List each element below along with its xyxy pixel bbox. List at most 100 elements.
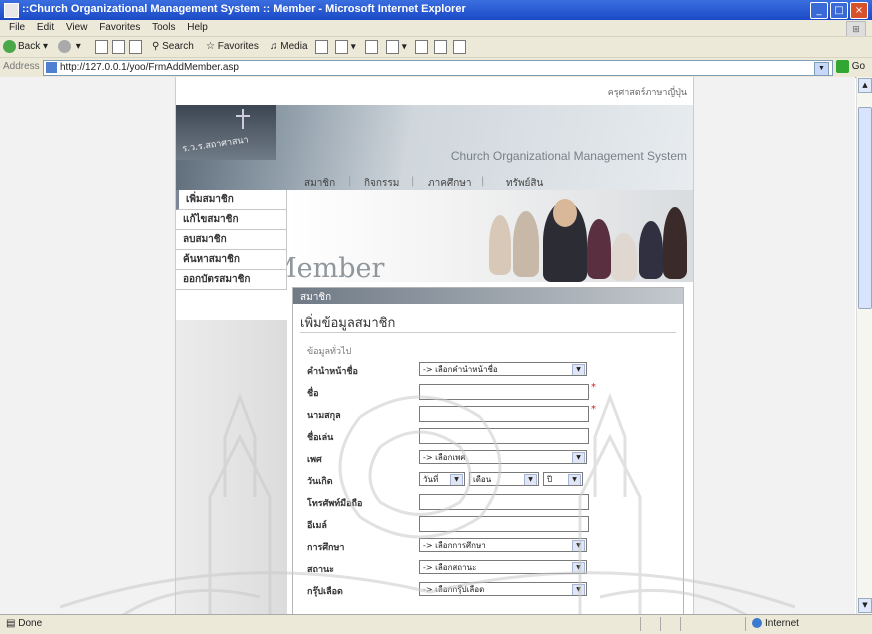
mail-button[interactable]: ▾ (335, 40, 356, 55)
windows-logo-icon: ⊞ (846, 21, 866, 37)
discuss-button[interactable] (415, 40, 428, 55)
page-viewport: ครุศาสตร์ภาษาญี่ปุ่น ร.ว.ร.สถาศาสนา Chur… (0, 77, 855, 614)
page-icon (46, 62, 57, 73)
refresh-icon (112, 40, 125, 54)
globe-icon (752, 618, 762, 629)
gender-label: เพศ (307, 455, 322, 465)
sidemenu-delete-member[interactable]: ลบสมาชิก (176, 230, 287, 250)
home-button[interactable] (129, 40, 142, 55)
panel-tab-label: สมาชิก (300, 292, 332, 303)
minimize-button[interactable]: _ (810, 2, 828, 19)
messenger-icon (453, 40, 466, 54)
stop-icon (95, 40, 108, 54)
form-heading: เพิ่มข้อมูลสมาชิก (300, 316, 396, 331)
close-button[interactable]: × (850, 2, 868, 19)
scroll-up-button[interactable]: ▲ (858, 78, 872, 93)
form-panel: สมาชิก เพิ่มข้อมูลสมาชิก ข้อมูลทั่วไป คำ… (292, 287, 684, 614)
media-button[interactable]: ♫ Media (270, 40, 308, 54)
education-select[interactable]: -> เลือกการศึกษา ▼ (419, 538, 587, 552)
chevron-down-icon: ▼ (572, 364, 585, 375)
refresh-button[interactable] (112, 40, 125, 55)
topnav-assets[interactable]: ทรัพย์สิน (506, 176, 543, 191)
prefix-label: คำนำหน้าชื่อ (307, 367, 358, 377)
edit-icon (386, 40, 399, 54)
scroll-down-button[interactable]: ▼ (858, 598, 872, 613)
birth-year-select[interactable]: ปี ▼ (543, 472, 583, 486)
forward-arrow-icon (58, 40, 71, 53)
history-button[interactable] (315, 40, 328, 55)
ie-icon (4, 3, 19, 18)
chevron-down-icon: ▼ (568, 474, 581, 485)
sidemenu-search-member[interactable]: ค้นหาสมาชิก (176, 250, 287, 270)
sidemenu-edit-member[interactable]: แก้ไขสมาชิก (176, 210, 287, 230)
topnav-members[interactable]: สมาชิก (304, 176, 335, 191)
page-done-icon: ▤ (6, 618, 16, 629)
lastname-label: นามสกุล (307, 411, 341, 421)
stop-button[interactable] (95, 40, 108, 55)
menu-view[interactable]: View (66, 20, 88, 36)
menu-bar: File Edit View Favorites Tools Help ⊞ (0, 20, 872, 37)
maximize-button[interactable]: □ (830, 2, 848, 19)
status-label: สถานะ (307, 565, 334, 575)
history-icon (315, 40, 328, 54)
back-button[interactable]: Back ▾ (3, 40, 48, 54)
messenger-button[interactable] (453, 40, 466, 55)
sidemenu-add-member[interactable]: เพิ่มสมาชิก (176, 190, 287, 210)
birth-day-select[interactable]: วันที่ ▼ (419, 472, 465, 486)
status-select[interactable]: -> เลือกสถานะ ▼ (419, 560, 587, 574)
favorites-button[interactable]: ☆ Favorites (206, 40, 259, 54)
window-title: ::Church Organizational Management Syste… (22, 3, 466, 15)
gender-select[interactable]: -> เลือกเพศ ▼ (419, 450, 587, 464)
print-button[interactable] (365, 40, 378, 55)
menu-favorites[interactable]: Favorites (99, 20, 140, 36)
panel-tab: สมาชิก (293, 288, 683, 304)
star-icon: ☆ (206, 41, 215, 52)
nickname-input[interactable] (419, 428, 589, 444)
birth-month-select[interactable]: เดือน ▼ (469, 472, 539, 486)
people-photo (483, 193, 693, 282)
menu-edit[interactable]: Edit (37, 20, 54, 36)
sidemenu-member-card[interactable]: ออกบัตรสมาชิก (176, 270, 287, 290)
research-button[interactable] (434, 40, 447, 55)
forward-button[interactable]: ▾ (58, 40, 81, 54)
vertical-scrollbar[interactable]: ▲ ▼ (856, 77, 872, 614)
bloodtype-label: กรุ๊ปเลือด (307, 587, 343, 597)
lastname-input[interactable] (419, 406, 589, 422)
back-arrow-icon (3, 40, 16, 53)
chevron-down-icon: ▼ (572, 452, 585, 463)
mobile-input[interactable] (419, 494, 589, 510)
top-link[interactable]: ครุศาสตร์ภาษาญี่ปุ่น (608, 85, 687, 99)
side-menu: เพิ่มสมาชิก แก้ไขสมาชิก ลบสมาชิก ค้นหาสม… (176, 190, 287, 290)
menu-file[interactable]: File (9, 20, 25, 36)
topnav-terms[interactable]: ภาคศึกษา (428, 176, 472, 191)
site-container: ครุศาสตร์ภาษาญี่ปุ่น ร.ว.ร.สถาศาสนา Chur… (175, 77, 694, 614)
security-zone: Internet (752, 618, 799, 629)
mail-icon (335, 40, 348, 54)
edit-page-button[interactable]: ▾ (386, 40, 407, 55)
address-input[interactable]: http://127.0.0.1/yoo/FrmAddMember.asp ▼ (43, 60, 833, 76)
system-name: Church Organizational Management System (450, 149, 687, 163)
print-icon (365, 40, 378, 54)
bloodtype-select[interactable]: -> เลือกกรุ๊ปเลือด ▼ (419, 582, 587, 596)
required-mark: * (591, 404, 596, 415)
site-header: ครุศาสตร์ภาษาญี่ปุ่น ร.ว.ร.สถาศาสนา Chur… (176, 88, 693, 191)
email-input[interactable] (419, 516, 589, 532)
chevron-down-icon: ▼ (572, 562, 585, 573)
banner-title: Member (287, 253, 385, 282)
go-arrow-icon (836, 60, 849, 73)
toolbar: Back ▾ ▾ ⚲ Search ☆ Favorites ♫ Media ▾ … (0, 36, 872, 58)
chevron-down-icon: ▼ (450, 474, 463, 485)
discuss-icon (415, 40, 428, 54)
address-dropdown[interactable]: ▼ (814, 62, 829, 76)
required-mark: * (591, 382, 596, 393)
search-button[interactable]: ⚲ Search (152, 40, 194, 54)
prefix-select[interactable]: -> เลือกคำนำหน้าชื่อ ▼ (419, 362, 587, 376)
status-text: ▤ Done (6, 618, 43, 629)
media-icon: ♫ (270, 41, 278, 52)
menu-help[interactable]: Help (187, 20, 208, 36)
topnav-activities[interactable]: กิจกรรม (364, 176, 399, 191)
firstname-input[interactable] (419, 384, 589, 400)
menu-tools[interactable]: Tools (152, 20, 175, 36)
scroll-thumb[interactable] (858, 107, 872, 309)
go-button[interactable]: Go (836, 60, 865, 73)
